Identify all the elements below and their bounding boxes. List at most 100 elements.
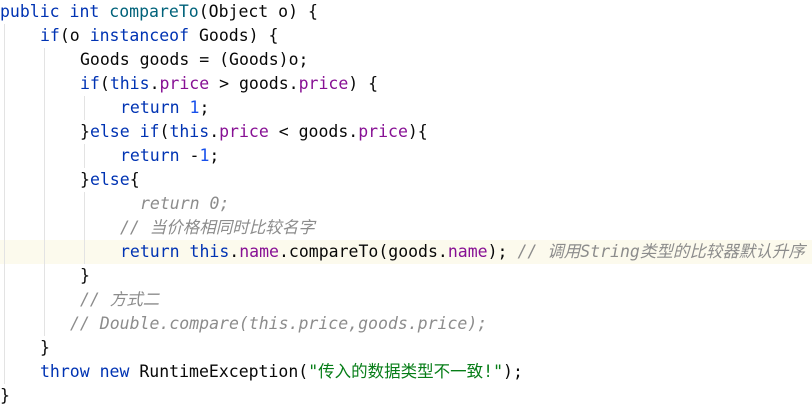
code-line[interactable]: Goods goods = (Goods)o; [0, 48, 812, 72]
code-line-content: if(this.price > goods.price) { [80, 72, 378, 96]
code-line-content: return this.name.compareTo(goods.name); … [120, 240, 805, 264]
code-token: else [89, 122, 130, 141]
code-token: price [358, 122, 408, 141]
code-token: // Double.compare(this.price,goods.price… [70, 314, 488, 333]
code-token: - [179, 146, 200, 165]
code-token: // 当价格相同时比较名字 [120, 218, 315, 237]
code-line[interactable]: // Double.compare(this.price,goods.price… [0, 312, 812, 336]
code-line-content: // Double.compare(this.price,goods.price… [70, 312, 487, 336]
indent-guide [4, 24, 5, 384]
code-token: RuntimeException( [129, 362, 309, 381]
code-token: ){ [407, 122, 428, 141]
code-line-content: // 方式二 [80, 288, 159, 312]
code-token: { [129, 170, 140, 189]
indent-guide [84, 192, 85, 264]
code-token: Goods) { [189, 26, 279, 45]
code-token: ); [487, 242, 518, 261]
code-token: } [80, 122, 90, 141]
code-token: Goods goods = (Goods)o; [80, 50, 309, 69]
code-token: return [120, 242, 180, 261]
code-line-content: // 当价格相同时比较名字 [120, 216, 315, 240]
code-token: // 方式二 [80, 290, 160, 309]
code-line[interactable]: if(o instanceof Goods) { [0, 24, 812, 48]
code-token: 1 [189, 98, 200, 117]
code-line[interactable]: // 方式二 [0, 288, 812, 312]
code-token: > goods. [209, 74, 299, 93]
code-line-content: return -1; [120, 144, 219, 168]
code-line-content: if(o instanceof Goods) { [40, 24, 278, 48]
code-token: this [189, 242, 230, 261]
code-token: compareTo [109, 2, 199, 21]
code-line-content: throw new RuntimeException("传入的数据类型不一致!"… [40, 360, 523, 384]
code-line-content: } [40, 336, 50, 360]
code-line-content: } [80, 264, 90, 288]
code-line-content: return 1; [120, 96, 209, 120]
code-token: ( [159, 122, 170, 141]
code-line-content: public int compareTo(Object o) { [0, 0, 318, 24]
code-token: new [99, 362, 130, 381]
code-token: price [159, 74, 210, 93]
code-token: if [40, 26, 60, 45]
code-token: } [80, 266, 90, 285]
code-line-content: }else{ [80, 168, 140, 192]
code-token: .compareTo(goods. [278, 242, 448, 261]
code-token: (o [59, 26, 90, 45]
code-token: else [89, 170, 130, 189]
code-line[interactable]: return 0; [0, 192, 812, 216]
code-token: . [149, 74, 160, 93]
code-token: return [120, 98, 180, 117]
code-line[interactable]: // 当价格相同时比较名字 [0, 216, 812, 240]
code-token: this [109, 74, 150, 93]
code-line[interactable]: if(this.price > goods.price) { [0, 72, 812, 96]
indent-guide [84, 96, 85, 120]
code-line[interactable]: } [0, 384, 812, 408]
code-token: this [169, 122, 210, 141]
code-line[interactable]: return -1; [0, 144, 812, 168]
code-line-content: }else if(this.price < goods.price){ [80, 120, 428, 144]
code-token: . [209, 122, 220, 141]
code-line[interactable]: }else{ [0, 168, 812, 192]
indent-guide [44, 48, 45, 336]
code-token: name [447, 242, 488, 261]
code-token: instanceof [89, 26, 190, 45]
code-line[interactable]: } [0, 264, 812, 288]
code-token: // 调用String类型的比较器默认升序 [517, 242, 805, 261]
code-token: return 0; [140, 194, 230, 213]
code-token: < goods. [268, 122, 359, 141]
code-token: return [120, 146, 180, 165]
code-line[interactable]: }else if(this.price < goods.price){ [0, 120, 812, 144]
code-editor[interactable]: } throw new RuntimeException("传入的数据类型不一致!… [0, 0, 812, 420]
code-token: } [0, 386, 10, 405]
code-token: price [219, 122, 269, 141]
code-token: 1 [199, 146, 210, 165]
code-line-content: return 0; [140, 192, 229, 216]
indent-guide [84, 144, 85, 168]
code-token: if [80, 74, 100, 93]
code-token: ) { [348, 74, 379, 93]
code-token: int [69, 2, 100, 21]
code-token: } [80, 170, 90, 189]
code-token: (Object o) { [198, 2, 318, 21]
code-line[interactable]: return 1; [0, 96, 812, 120]
code-line[interactable]: } [0, 336, 812, 360]
code-line[interactable]: public int compareTo(Object o) { [0, 0, 812, 24]
code-line-content: } [0, 384, 10, 408]
code-line-content: Goods goods = (Goods)o; [80, 48, 308, 72]
code-token: price [298, 74, 349, 93]
code-token: ; [199, 98, 210, 117]
code-token: } [40, 338, 50, 357]
code-token: throw [40, 362, 90, 381]
code-token: . [229, 242, 240, 261]
code-line[interactable]: throw new RuntimeException("传入的数据类型不一致!"… [0, 360, 812, 384]
code-token: ; [209, 146, 220, 165]
code-token: ); [503, 362, 523, 381]
code-token: name [239, 242, 279, 261]
code-token: if [139, 122, 160, 141]
code-line[interactable]: return this.name.compareTo(goods.name); … [0, 240, 812, 264]
